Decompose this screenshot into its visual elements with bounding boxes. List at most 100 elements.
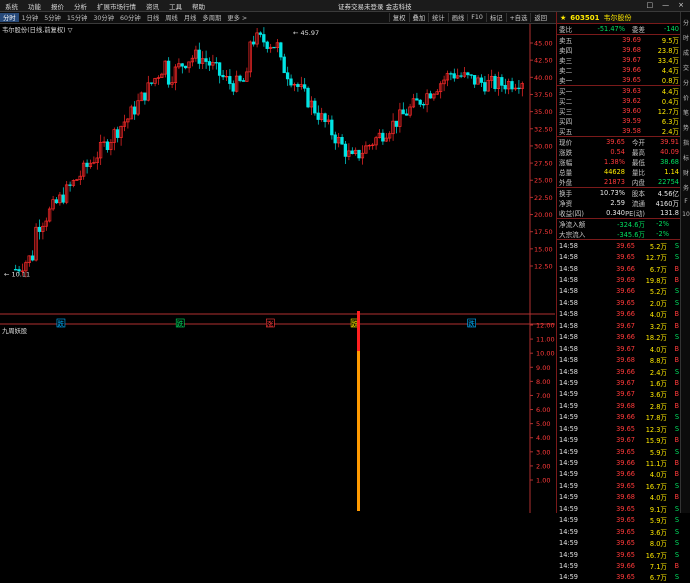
- tick-time: 14:59: [559, 470, 579, 479]
- tick-time: 14:58: [559, 344, 579, 353]
- chart-tool-button[interactable]: 返回: [530, 13, 550, 22]
- candle-body: [224, 76, 229, 78]
- y-tick-label: 42.50: [534, 57, 553, 65]
- candle-body: [306, 87, 310, 108]
- flow-table: 净流入额 -324.6万 -2% 大宗流入 -345.6万 -2%: [557, 219, 681, 240]
- side-tab[interactable]: 10: [681, 211, 690, 218]
- menu-item[interactable]: 分析: [69, 1, 92, 11]
- period-tab[interactable]: 15分钟: [64, 13, 91, 22]
- tick-volume: 2.4万: [649, 368, 667, 377]
- side-tab[interactable]: 务: [681, 183, 690, 192]
- ind-tick-label: 10.00: [536, 350, 555, 358]
- period-tab[interactable]: 60分钟: [117, 13, 144, 22]
- book-price: 39.63: [622, 87, 641, 95]
- y-tick-label: 15.00: [534, 245, 553, 253]
- kline-chart[interactable]: 45.00 42.50 40.00 37.50 35.00 32.50 30.00 27.50…: [0, 24, 555, 513]
- side-tab[interactable]: 标: [681, 153, 690, 162]
- tick-row: 14:59 39.65 8.0万 S: [557, 537, 681, 548]
- star-icon[interactable]: ★: [560, 14, 566, 22]
- tick-time: 14:59: [559, 573, 579, 582]
- period-tab[interactable]: 周线: [162, 13, 181, 22]
- candle-body: [85, 162, 89, 167]
- stat-label: 现价: [559, 139, 573, 147]
- y-tick-label: 45.00: [534, 40, 553, 48]
- tick-direction: B: [674, 459, 679, 468]
- menu-item[interactable]: 扩展市场行情: [92, 1, 141, 11]
- side-tab[interactable]: 交: [681, 63, 690, 72]
- period-tab[interactable]: 更多 >: [224, 13, 250, 22]
- chart-tool-button[interactable]: 复权: [388, 13, 409, 22]
- chart-tool-button[interactable]: 统计: [428, 13, 448, 22]
- menu-item[interactable]: 资讯: [141, 1, 164, 11]
- tick-volume: 1.6万: [649, 379, 667, 388]
- menu-item[interactable]: 工具: [164, 1, 187, 11]
- book-row: 卖一 39.65 0.8万: [557, 75, 681, 85]
- tick-direction: S: [674, 367, 679, 376]
- candle-body: [418, 99, 422, 105]
- stat-row: 换手 10.73% 股本 4.56亿: [557, 188, 681, 198]
- stat-value: 131.8: [660, 209, 679, 217]
- period-tab[interactable]: 1分钟: [19, 13, 42, 22]
- side-tab[interactable]: 势: [681, 123, 690, 132]
- menu-item[interactable]: 报价: [46, 1, 69, 11]
- ind-tick-label: 8.00: [536, 378, 550, 386]
- ind-tick-label: 9.00: [536, 364, 550, 372]
- chart-tool-button[interactable]: F10: [467, 14, 486, 21]
- side-tabs[interactable]: 分时成交分价笔势指标财务 F 10: [680, 12, 690, 513]
- period-tab[interactable]: 分时: [0, 13, 19, 22]
- tick-direction: S: [674, 539, 679, 548]
- tick-direction: S: [674, 481, 679, 490]
- y-tick-label: 20.00: [534, 211, 553, 219]
- stat-value: 40.09: [660, 148, 679, 156]
- stat-label: 总量: [559, 169, 573, 177]
- menu-item[interactable]: 帮助: [187, 1, 210, 11]
- period-tab[interactable]: 月线: [181, 13, 200, 22]
- side-tab[interactable]: 笔: [681, 108, 690, 117]
- candle-body: [149, 82, 154, 84]
- tick-direction: B: [674, 470, 679, 479]
- minimize-icon[interactable]: —: [662, 1, 669, 9]
- menu-item[interactable]: 功能: [23, 1, 46, 11]
- chart-tool-button[interactable]: 标记: [485, 13, 506, 22]
- side-tab[interactable]: 指: [681, 138, 690, 147]
- chart-tool-button[interactable]: +自选: [505, 13, 531, 22]
- period-tab[interactable]: 30分钟: [90, 13, 117, 22]
- stat-label: 今开: [631, 139, 645, 147]
- ind-tick-label: 11.00: [536, 336, 555, 344]
- tick-row: 14:58 39.65 2.0万 S: [557, 297, 681, 308]
- chart-tool-button[interactable]: 叠加: [408, 13, 429, 22]
- tick-direction: S: [674, 447, 679, 456]
- tick-volume: 8.0万: [649, 540, 667, 549]
- stat-value: 21873: [604, 178, 625, 186]
- tick-list[interactable]: 14:58 39.65 5.2万 S 14:58 39.65 12.7万 S 14:58 39.6…: [557, 240, 681, 583]
- stat-label: 换手: [559, 190, 573, 198]
- tick-row: 14:58 39.65 5.2万 S: [557, 240, 681, 251]
- period-tab[interactable]: 日线: [144, 13, 163, 22]
- tick-row: 14:59 39.67 15.9万 B: [557, 434, 681, 445]
- period-tab[interactable]: 多周期: [199, 13, 224, 22]
- tick-time: 14:59: [559, 516, 579, 525]
- close-icon[interactable]: ×: [678, 1, 684, 9]
- chart-tool-button[interactable]: 画线: [447, 13, 468, 22]
- tick-time: 14:59: [559, 459, 579, 468]
- restore-icon[interactable]: □: [647, 1, 654, 9]
- side-tab[interactable]: 分: [681, 78, 690, 87]
- tick-volume: 19.8万: [645, 277, 667, 286]
- flow-pct: -2%: [656, 220, 669, 228]
- side-tab[interactable]: 成: [681, 48, 690, 57]
- flow-value: -345.6万: [617, 231, 645, 239]
- stat-value: 22754: [658, 178, 679, 186]
- period-tab[interactable]: 5分钟: [41, 13, 64, 22]
- tick-time: 14:59: [559, 481, 579, 490]
- side-tab[interactable]: 时: [681, 33, 690, 42]
- side-tab[interactable]: F: [681, 198, 690, 205]
- indicator-bar: [357, 351, 360, 511]
- side-tab[interactable]: 价: [681, 93, 690, 102]
- side-tab[interactable]: 财: [681, 168, 690, 177]
- book-volume: 6.3万: [661, 118, 679, 126]
- tick-time: 14:59: [559, 493, 579, 502]
- tick-price: 39.68: [616, 401, 635, 410]
- stat-row: 涨跌 0.54 最高 40.09: [557, 147, 681, 157]
- menu-item[interactable]: 系统: [0, 1, 23, 11]
- side-tab[interactable]: 分: [681, 18, 690, 27]
